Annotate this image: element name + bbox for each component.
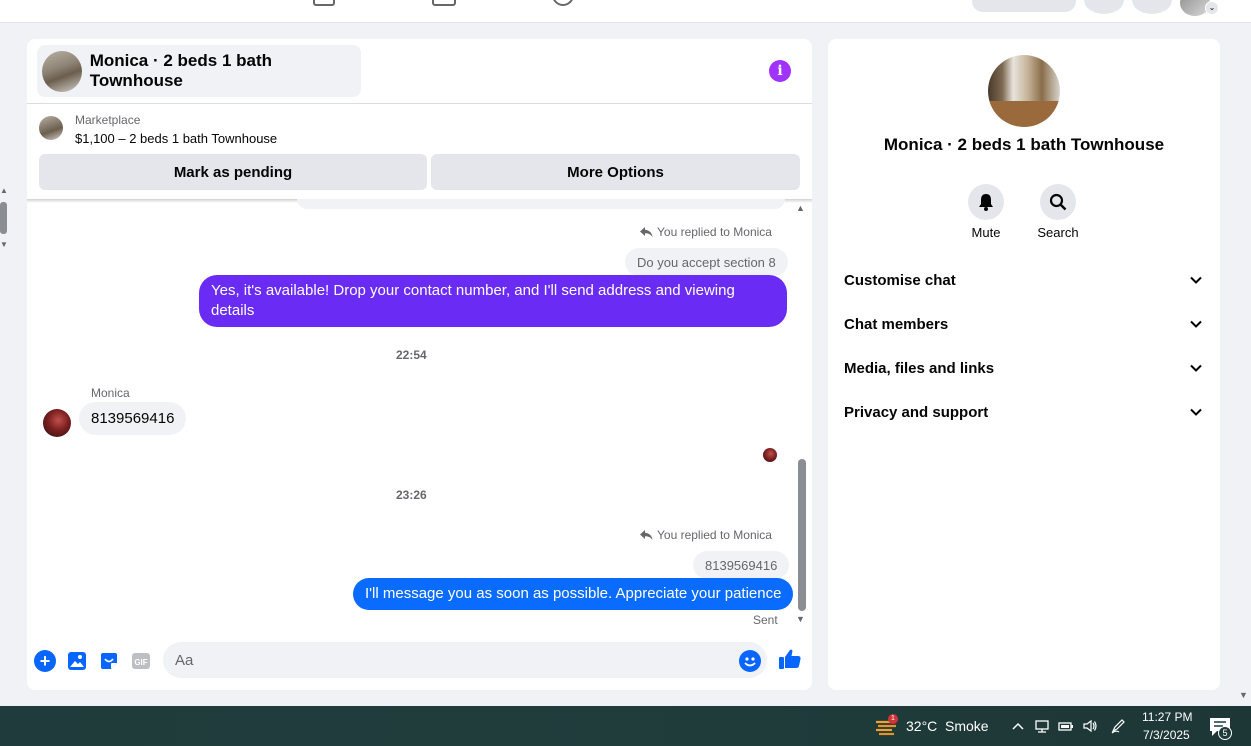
marketplace-listing-thumbnail[interactable]	[39, 116, 63, 140]
profile-nav-icon[interactable]	[552, 0, 574, 6]
battery-icon[interactable]	[1058, 718, 1074, 734]
chat-scroll-up-icon[interactable]: ▲	[796, 203, 805, 213]
outgoing-message[interactable]: I'll message you as soon as possible. Ap…	[353, 578, 794, 610]
marketplace-label: Marketplace	[75, 113, 141, 127]
customise-chat-section[interactable]: Customise chat	[844, 265, 1204, 295]
conversation-name: Monica · 2 beds 1 bath Townhouse	[883, 135, 1165, 154]
sent-status: Sent	[753, 613, 778, 627]
section-label: Chat members	[844, 315, 949, 333]
messenger-icon[interactable]	[1132, 0, 1172, 14]
incoming-message[interactable]: 8139569416	[79, 402, 187, 435]
groups-nav-icon[interactable]	[432, 0, 456, 6]
sticker-icon[interactable]	[98, 650, 120, 672]
photo-icon[interactable]	[66, 650, 88, 672]
reply-note-text: You replied to Monica	[657, 225, 772, 239]
info-icon[interactable]: i	[769, 60, 791, 82]
page-scroll-down-icon[interactable]: ▼	[1239, 690, 1248, 700]
listing-thumbnail	[42, 50, 82, 92]
chat-header-button[interactable]: Monica · 2 beds 1 bath Townhouse	[37, 45, 361, 97]
chat-panel: Monica · 2 beds 1 bath Townhouse i Marke…	[27, 39, 812, 690]
weather-condition[interactable]: Smoke	[945, 718, 989, 734]
like-thumbs-up-icon[interactable]	[778, 647, 804, 673]
chat-title: Monica · 2 beds 1 bath Townhouse	[89, 51, 273, 90]
seen-receipt-avatar	[763, 448, 777, 462]
clock-time[interactable]: 11:27 PM	[1142, 710, 1192, 724]
media-files-links-section[interactable]: Media, files and links	[844, 353, 1204, 383]
message-timestamp: 23:26	[396, 488, 427, 502]
plus-icon[interactable]: +	[34, 650, 56, 672]
network-icon[interactable]	[1034, 718, 1050, 734]
sender-avatar[interactable]	[43, 409, 71, 437]
search-label: Search	[1037, 225, 1079, 240]
more-options-button[interactable]: More Options	[431, 154, 800, 190]
quoted-message[interactable]: Do you accept section 8	[625, 248, 788, 276]
reply-note: You replied to Monica	[640, 225, 772, 239]
privacy-support-section[interactable]: Privacy and support	[844, 397, 1204, 427]
pen-icon[interactable]	[1110, 718, 1126, 734]
chat-scrollbar-thumb[interactable]	[798, 459, 806, 611]
search-icon	[1049, 193, 1067, 211]
weather-temperature[interactable]: 32°C	[906, 718, 937, 734]
marketplace-nav-icon[interactable]	[313, 0, 335, 6]
chat-details-panel: Monica · 2 beds 1 bath Townhouse Mute Se…	[828, 39, 1220, 690]
reply-note-text: You replied to Monica	[657, 528, 772, 542]
top-search-pill[interactable]	[972, 0, 1076, 12]
scrollbar-thumb[interactable]	[0, 202, 7, 234]
bell-icon	[979, 194, 993, 211]
reply-arrow-icon	[640, 530, 653, 540]
page-scrollbar-left[interactable]: ▲ ▼	[0, 186, 10, 252]
scroll-up-arrow-icon[interactable]: ▲	[0, 186, 8, 195]
previous-message-bubble	[297, 199, 785, 209]
chevron-down-icon	[1190, 276, 1202, 284]
section-label: Media, files and links	[844, 359, 995, 377]
weather-alert-badge: 1	[888, 714, 898, 724]
chevron-up-icon[interactable]	[1010, 718, 1026, 734]
chat-scroll-down-icon[interactable]: ▼	[796, 614, 805, 624]
svg-text:GIF: GIF	[134, 658, 147, 667]
section-label: Privacy and support	[844, 403, 989, 421]
volume-icon[interactable]	[1082, 718, 1098, 734]
clock-date[interactable]: 7/3/2025	[1143, 728, 1190, 742]
chevron-down-icon[interactable]: ⌄	[1205, 1, 1219, 15]
mute-button[interactable]: Mute	[951, 184, 1021, 240]
chevron-down-icon	[1190, 364, 1202, 372]
header-divider	[27, 103, 812, 104]
listing-avatar[interactable]	[988, 55, 1060, 127]
gif-icon[interactable]: GIF	[130, 650, 152, 672]
top-navigation-bar: ⌄	[0, 0, 1251, 23]
quoted-message[interactable]: 8139569416	[693, 551, 790, 579]
mark-as-pending-button[interactable]: Mark as pending	[39, 154, 427, 190]
message-timestamp: 22:54	[396, 348, 427, 362]
outgoing-message[interactable]: Yes, it's available! Drop your contact n…	[199, 275, 787, 327]
chat-members-section[interactable]: Chat members	[844, 309, 1204, 339]
chevron-down-icon	[1190, 320, 1202, 328]
chevron-down-icon	[1190, 408, 1202, 416]
sender-name: Monica	[91, 386, 130, 400]
notification-count-badge: 5	[1218, 726, 1232, 740]
taskbar: 1 32°C Smoke 11:27 PM 7/3/2025 5	[0, 706, 1251, 746]
message-input[interactable]	[163, 642, 767, 678]
search-button[interactable]: Search	[1023, 184, 1093, 240]
section-label: Customise chat	[844, 271, 956, 289]
menu-grid-icon[interactable]	[1084, 0, 1124, 14]
marketplace-listing-title[interactable]: $1,100 – 2 beds 1 bath Townhouse	[75, 131, 277, 146]
reply-arrow-icon	[640, 227, 653, 237]
mute-label: Mute	[971, 225, 1001, 240]
emoji-icon[interactable]	[739, 650, 761, 672]
reply-note: You replied to Monica	[640, 528, 772, 542]
scroll-down-arrow-icon[interactable]: ▼	[0, 240, 8, 249]
